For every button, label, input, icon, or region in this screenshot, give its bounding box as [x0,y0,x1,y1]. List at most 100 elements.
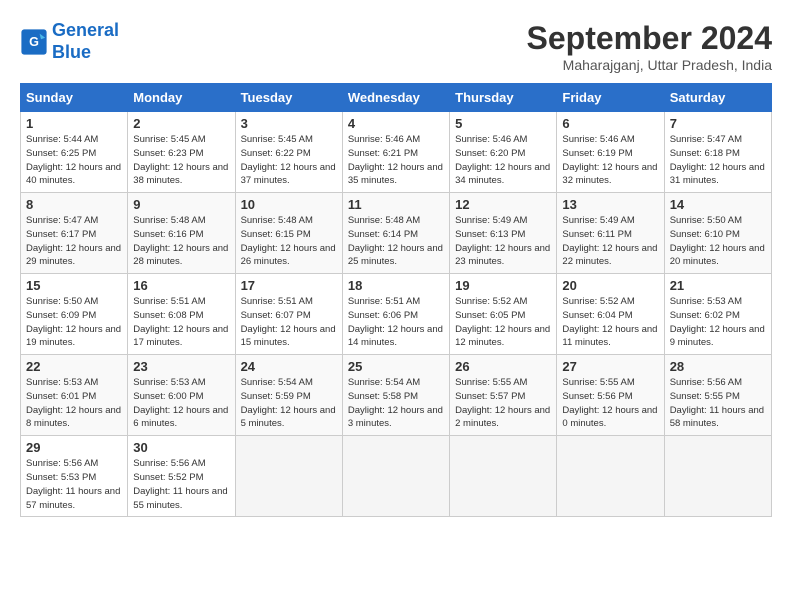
day-number: 1 [26,116,122,131]
table-row: 8 Sunrise: 5:47 AMSunset: 6:17 PMDaylight… [21,193,128,274]
day-info: Sunrise: 5:48 AMSunset: 6:15 PMDaylight:… [241,214,337,269]
col-tuesday: Tuesday [235,84,342,112]
table-row: 29 Sunrise: 5:56 AMSunset: 5:53 PMDayligh… [21,436,128,517]
calendar-week-row: 22 Sunrise: 5:53 AMSunset: 6:01 PMDayligh… [21,355,772,436]
day-info: Sunrise: 5:46 AMSunset: 6:21 PMDaylight:… [348,133,444,188]
day-info: Sunrise: 5:49 AMSunset: 6:11 PMDaylight:… [562,214,658,269]
day-number: 11 [348,197,444,212]
day-info: Sunrise: 5:56 AMSunset: 5:52 PMDaylight:… [133,457,229,512]
table-row: 27 Sunrise: 5:55 AMSunset: 5:56 PMDayligh… [557,355,664,436]
day-number: 29 [26,440,122,455]
day-number: 3 [241,116,337,131]
col-wednesday: Wednesday [342,84,449,112]
table-row: 1Sunrise: 5:44 AMSunset: 6:25 PMDaylight… [21,112,128,193]
table-row: 16 Sunrise: 5:51 AMSunset: 6:08 PMDayligh… [128,274,235,355]
svg-text:G: G [29,35,39,49]
day-number: 25 [348,359,444,374]
table-row [342,436,449,517]
day-number: 9 [133,197,229,212]
day-info: Sunrise: 5:55 AMSunset: 5:56 PMDaylight:… [562,376,658,431]
day-info: Sunrise: 5:52 AMSunset: 6:04 PMDaylight:… [562,295,658,350]
day-info: Sunrise: 5:48 AMSunset: 6:14 PMDaylight:… [348,214,444,269]
day-info: Sunrise: 5:51 AMSunset: 6:08 PMDaylight:… [133,295,229,350]
day-info: Sunrise: 5:51 AMSunset: 6:06 PMDaylight:… [348,295,444,350]
day-number: 2 [133,116,229,131]
calendar-header-row: Sunday Monday Tuesday Wednesday Thursday… [21,84,772,112]
table-row [450,436,557,517]
table-row: 7 Sunrise: 5:47 AMSunset: 6:18 PMDaylight… [664,112,771,193]
day-number: 30 [133,440,229,455]
table-row: 19 Sunrise: 5:52 AMSunset: 6:05 PMDayligh… [450,274,557,355]
day-info: Sunrise: 5:54 AMSunset: 5:59 PMDaylight:… [241,376,337,431]
day-info: Sunrise: 5:49 AMSunset: 6:13 PMDaylight:… [455,214,551,269]
day-number: 16 [133,278,229,293]
day-info: Sunrise: 5:53 AMSunset: 6:01 PMDaylight:… [26,376,122,431]
day-number: 15 [26,278,122,293]
table-row: 30 Sunrise: 5:56 AMSunset: 5:52 PMDayligh… [128,436,235,517]
day-number: 7 [670,116,766,131]
calendar-week-row: 8 Sunrise: 5:47 AMSunset: 6:17 PMDaylight… [21,193,772,274]
day-info: Sunrise: 5:45 AMSunset: 6:22 PMDaylight:… [241,133,337,188]
table-row [664,436,771,517]
table-row: 25 Sunrise: 5:54 AMSunset: 5:58 PMDayligh… [342,355,449,436]
day-number: 8 [26,197,122,212]
table-row: 12 Sunrise: 5:49 AMSunset: 6:13 PMDayligh… [450,193,557,274]
day-info: Sunrise: 5:53 AMSunset: 6:02 PMDaylight:… [670,295,766,350]
table-row: 13 Sunrise: 5:49 AMSunset: 6:11 PMDayligh… [557,193,664,274]
day-number: 27 [562,359,658,374]
day-info: Sunrise: 5:47 AMSunset: 6:18 PMDaylight:… [670,133,766,188]
day-number: 13 [562,197,658,212]
day-number: 21 [670,278,766,293]
day-info: Sunrise: 5:48 AMSunset: 6:16 PMDaylight:… [133,214,229,269]
table-row [235,436,342,517]
col-thursday: Thursday [450,84,557,112]
day-number: 14 [670,197,766,212]
day-number: 28 [670,359,766,374]
location-subtitle: Maharajganj, Uttar Pradesh, India [527,57,772,73]
day-number: 4 [348,116,444,131]
calendar-table: Sunday Monday Tuesday Wednesday Thursday… [20,83,772,517]
page-header: G General Blue September 2024 Maharajgan… [20,20,772,73]
day-info: Sunrise: 5:56 AMSunset: 5:55 PMDaylight:… [670,376,766,431]
day-number: 12 [455,197,551,212]
calendar-week-row: 1Sunrise: 5:44 AMSunset: 6:25 PMDaylight… [21,112,772,193]
table-row: 14 Sunrise: 5:50 AMSunset: 6:10 PMDayligh… [664,193,771,274]
table-row: 24Sunrise: 5:54 AMSunset: 5:59 PMDayligh… [235,355,342,436]
table-row: 15Sunrise: 5:50 AMSunset: 6:09 PMDayligh… [21,274,128,355]
month-title: September 2024 [527,20,772,57]
day-number: 5 [455,116,551,131]
day-number: 19 [455,278,551,293]
table-row: 18Sunrise: 5:51 AMSunset: 6:06 PMDayligh… [342,274,449,355]
logo-icon: G [20,28,48,56]
day-info: Sunrise: 5:46 AMSunset: 6:19 PMDaylight:… [562,133,658,188]
col-friday: Friday [557,84,664,112]
table-row: 21 Sunrise: 5:53 AMSunset: 6:02 PMDayligh… [664,274,771,355]
table-row: 2 Sunrise: 5:45 AMSunset: 6:23 PMDaylight… [128,112,235,193]
day-info: Sunrise: 5:52 AMSunset: 6:05 PMDaylight:… [455,295,551,350]
day-number: 23 [133,359,229,374]
day-info: Sunrise: 5:50 AMSunset: 6:10 PMDaylight:… [670,214,766,269]
day-info: Sunrise: 5:56 AMSunset: 5:53 PMDaylight:… [26,457,122,512]
day-info: Sunrise: 5:51 AMSunset: 6:07 PMDaylight:… [241,295,337,350]
logo-text: General Blue [52,20,119,63]
table-row: 4 Sunrise: 5:46 AMSunset: 6:21 PMDaylight… [342,112,449,193]
col-sunday: Sunday [21,84,128,112]
day-info: Sunrise: 5:46 AMSunset: 6:20 PMDaylight:… [455,133,551,188]
day-info: Sunrise: 5:55 AMSunset: 5:57 PMDaylight:… [455,376,551,431]
day-number: 22 [26,359,122,374]
col-monday: Monday [128,84,235,112]
day-info: Sunrise: 5:45 AMSunset: 6:23 PMDaylight:… [133,133,229,188]
table-row: 26Sunrise: 5:55 AMSunset: 5:57 PMDayligh… [450,355,557,436]
day-info: Sunrise: 5:53 AMSunset: 6:00 PMDaylight:… [133,376,229,431]
table-row: 9 Sunrise: 5:48 AMSunset: 6:16 PMDaylight… [128,193,235,274]
day-info: Sunrise: 5:47 AMSunset: 6:17 PMDaylight:… [26,214,122,269]
title-section: September 2024 Maharajganj, Uttar Prades… [527,20,772,73]
table-row: 28 Sunrise: 5:56 AMSunset: 5:55 PMDayligh… [664,355,771,436]
table-row: 10Sunrise: 5:48 AMSunset: 6:15 PMDayligh… [235,193,342,274]
calendar-week-row: 15Sunrise: 5:50 AMSunset: 6:09 PMDayligh… [21,274,772,355]
table-row: 5 Sunrise: 5:46 AMSunset: 6:20 PMDaylight… [450,112,557,193]
table-row: 23 Sunrise: 5:53 AMSunset: 6:00 PMDayligh… [128,355,235,436]
day-info: Sunrise: 5:54 AMSunset: 5:58 PMDaylight:… [348,376,444,431]
table-row: 11 Sunrise: 5:48 AMSunset: 6:14 PMDayligh… [342,193,449,274]
calendar-week-row: 29 Sunrise: 5:56 AMSunset: 5:53 PMDayligh… [21,436,772,517]
